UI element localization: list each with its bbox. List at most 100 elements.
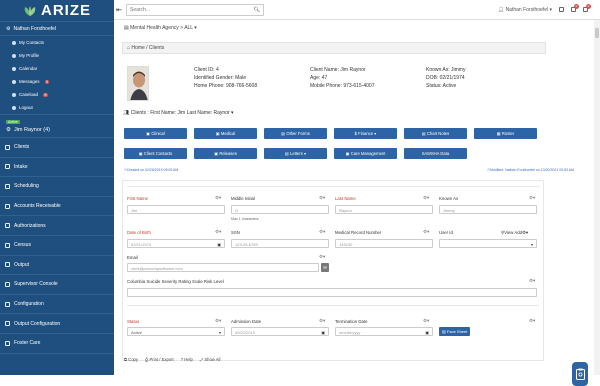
floating-action-button[interactable] xyxy=(572,362,588,386)
add-link[interactable]: Add xyxy=(514,230,522,235)
sidebar-item-logout[interactable]: Logout xyxy=(0,101,114,114)
sidebar-item-intake[interactable]: Intake xyxy=(0,158,114,178)
releases-button[interactable]: ▣ Releases xyxy=(194,148,257,159)
sidebar-item-authorizations[interactable]: Authorizations xyxy=(0,216,114,236)
search-input[interactable] xyxy=(130,7,240,13)
termination-date-input[interactable]: mm/dd/yyyy▣ xyxy=(335,327,433,336)
email-send-button[interactable]: ✉ xyxy=(321,263,329,272)
sidebar-item-supervisor-console[interactable]: Supervisor Console xyxy=(0,275,114,295)
button-label: Clinical xyxy=(151,131,165,136)
status-select[interactable]: Active▾ xyxy=(127,327,225,336)
roster-icon: ▦ xyxy=(497,131,501,136)
alert-icon[interactable]: 0 xyxy=(583,7,588,12)
top-user-menu[interactable]: 👤︎ Nathan Forsthoefel ▾ xyxy=(498,7,552,13)
client-age: Age: 47 xyxy=(310,74,375,82)
termination-date-settings-icon[interactable]: ⚙▾ xyxy=(423,318,429,324)
calendar-icon[interactable]: ▣ xyxy=(217,242,221,247)
sidebar-item-output[interactable]: Output xyxy=(0,256,114,276)
scrollbar[interactable] xyxy=(594,20,600,375)
supervisor-icon xyxy=(5,282,10,287)
sidebar-item-my-contacts[interactable]: My Contacts xyxy=(0,36,114,49)
users-icon: 👥︎ xyxy=(123,110,129,116)
risk-level-settings-icon[interactable]: ⚙▾ xyxy=(529,278,535,284)
known-as-input[interactable]: Jimmy xyxy=(439,205,537,214)
scroll-thumb[interactable] xyxy=(595,28,599,38)
ssn-settings-icon[interactable]: ⚙▾ xyxy=(319,229,325,235)
sidebar-item-scheduling[interactable]: Scheduling xyxy=(0,177,114,197)
termination-extra-settings-icon[interactable]: ⚙▾ xyxy=(529,318,535,324)
agency-selector[interactable]: ▤ Mental Health Agency > ALL ▾ xyxy=(124,25,197,31)
dob-settings-icon[interactable]: ⚙▾ xyxy=(215,229,221,235)
middle-initial-hint: Max 1 characters xyxy=(231,217,259,221)
help-button[interactable]: ? Help xyxy=(181,357,193,362)
sidebar-item-foster-care[interactable]: Foster Care xyxy=(0,334,114,354)
admission-date-settings-icon[interactable]: ⚙▾ xyxy=(319,318,325,324)
button-label: Roster xyxy=(502,131,514,136)
search-icon[interactable]: 🔍︎ xyxy=(254,7,260,13)
client-id: Client ID: 4 xyxy=(194,66,257,74)
last-name-input[interactable]: Raynor xyxy=(335,205,433,214)
clinical-button[interactable]: ▣ Clinical xyxy=(124,128,187,139)
sidebar-item-calendar[interactable]: Calendar xyxy=(0,62,114,75)
user-id-select[interactable]: ▾ xyxy=(439,239,537,248)
care-management-button[interactable]: ▣ Care Management xyxy=(334,148,397,159)
letters-button[interactable]: ▤ Letters ▾ xyxy=(264,148,327,159)
first-name-input[interactable]: Jim xyxy=(127,205,225,214)
sidebar-current-client[interactable]: Active ⚙Jim Raynor (4) xyxy=(0,114,114,138)
print-export-button[interactable]: ⎙ Print / Export xyxy=(145,357,174,362)
user-id-view-add-links[interactable]: ⚲View Add⚙▾ xyxy=(501,230,528,236)
breadcrumb-text[interactable]: Home / Clients xyxy=(131,45,164,51)
status-settings-icon[interactable]: ⚙▾ xyxy=(215,318,221,324)
search-box[interactable]: 🔍︎ xyxy=(126,4,264,16)
logo[interactable]: ARIZE xyxy=(0,0,114,22)
sidebar-item-configuration[interactable]: Configuration xyxy=(0,295,114,315)
calendar-icon[interactable]: ▣ xyxy=(425,330,429,335)
risk-level-input[interactable] xyxy=(127,288,537,297)
client-gear-icon: ⚙ xyxy=(6,127,11,133)
first-name-settings-icon[interactable]: ⚙▾ xyxy=(215,195,221,201)
view-link[interactable]: View xyxy=(504,230,513,235)
sidebar-item-caseload[interactable]: Caseload6 xyxy=(0,88,114,101)
sidebar-user[interactable]: ⚙ Nathan Forsthoefel xyxy=(0,22,114,36)
sidebar-item-my-profile[interactable]: My Profile xyxy=(0,49,114,62)
middle-initial-input[interactable]: G xyxy=(231,205,329,214)
calendar-icon[interactable]: ▣ xyxy=(321,330,325,335)
face-sheet-button[interactable]: ▤ Face Sheet xyxy=(439,327,470,336)
known-as-settings-icon[interactable]: ⚙▾ xyxy=(529,195,535,201)
mrn-input[interactable]: 145230 xyxy=(335,239,433,248)
other-forms-button[interactable]: ▤ Other Forms xyxy=(264,128,327,139)
medical-button[interactable]: ▣ Medical xyxy=(194,128,257,139)
collapse-sidebar-icon[interactable]: ⇤ xyxy=(114,6,124,14)
mrn-settings-icon[interactable]: ⚙▾ xyxy=(423,229,429,235)
print-label: Print / Export xyxy=(149,357,173,362)
sidebar-item-accounts-receivable[interactable]: Accounts Receivable xyxy=(0,197,114,217)
admission-date-input[interactable]: 09/22/2019▣ xyxy=(231,327,329,336)
email-settings-icon[interactable]: ⚙▾ xyxy=(319,254,325,260)
samsha-data-button[interactable]: SAMSHA Data xyxy=(404,148,467,159)
email-input[interactable]: chris@procompsoftware.com xyxy=(127,263,319,272)
show-all-button[interactable]: ⤢ Show All xyxy=(200,357,221,362)
client-contacts-button[interactable]: ▣ Client Contacts xyxy=(124,148,187,159)
dob-input[interactable]: 02/21/1974▣ xyxy=(127,239,225,248)
middle-initial-settings-icon[interactable]: ⚙▾ xyxy=(319,195,325,201)
sidebar-item-clients[interactable]: Clients xyxy=(0,138,114,158)
known-as-label: Known As xyxy=(439,196,458,201)
chevron-down-icon: ▾ xyxy=(531,242,533,247)
admission-date-label: Admission Date xyxy=(231,319,261,324)
ssn-input[interactable]: 123-45-6789 xyxy=(231,239,329,248)
client-info-col2: Client Name: Jim Raynor Age: 47 Mobile P… xyxy=(310,66,375,90)
bell-icon[interactable]: 0 xyxy=(571,7,576,12)
home-icon: ⌂ xyxy=(127,45,130,51)
sidebar-item-output-configuration[interactable]: Output Configuration xyxy=(0,314,114,334)
chart-notes-button[interactable]: ▤ Chart Notes xyxy=(404,128,467,139)
show-all-label: Show All xyxy=(204,357,220,362)
finance-button[interactable]: $ Finance ▾ xyxy=(334,128,397,139)
roster-button[interactable]: ▦ Roster xyxy=(474,128,537,139)
clipboard-icon[interactable] xyxy=(559,7,564,12)
sidebar-item-census[interactable]: Census xyxy=(0,236,114,256)
status-label: Status xyxy=(127,319,139,324)
forms-icon: ▤ xyxy=(281,131,285,136)
copy-button[interactable]: ⧉ Copy xyxy=(124,357,138,362)
last-name-settings-icon[interactable]: ⚙▾ xyxy=(423,195,429,201)
sidebar-item-messages[interactable]: Messages0 xyxy=(0,75,114,88)
